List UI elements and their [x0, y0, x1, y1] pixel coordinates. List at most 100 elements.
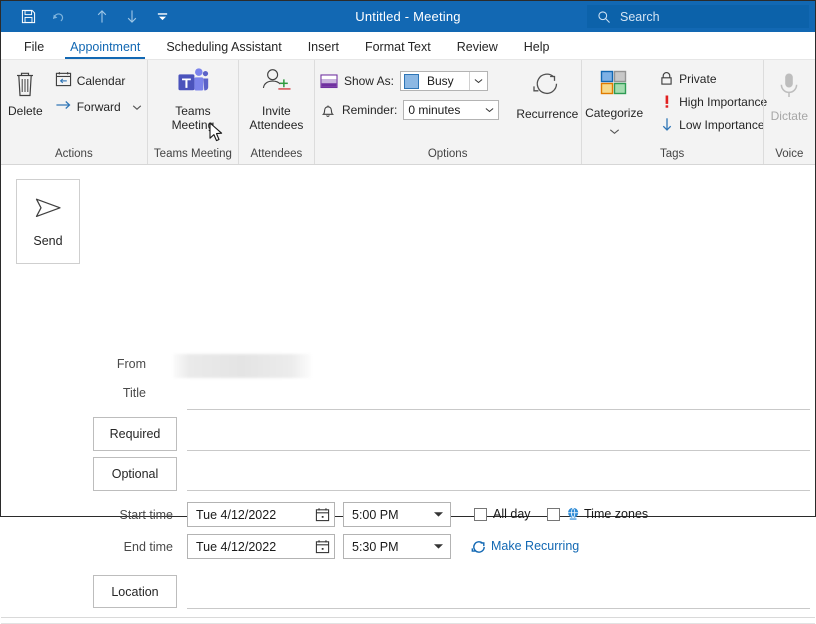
invite-attendees-button[interactable]: Invite Attendees [242, 65, 310, 132]
calendar-icon [55, 71, 72, 90]
tab-review[interactable]: Review [444, 40, 511, 59]
make-recurring-icon[interactable] [471, 539, 487, 560]
teams-meeting-button[interactable]: Teams Meeting [165, 65, 222, 132]
meeting-window: Untitled - Meeting File Appointment Sche… [0, 0, 816, 517]
lock-icon [659, 71, 674, 86]
tab-scheduling-assistant[interactable]: Scheduling Assistant [153, 40, 294, 59]
categorize-icon [598, 69, 630, 104]
forward-button[interactable]: Forward [50, 95, 147, 118]
low-importance-button[interactable]: Low Importance [654, 115, 772, 134]
trash-icon [12, 69, 38, 104]
chevron-down-icon[interactable] [426, 543, 450, 550]
reminder-label: Reminder: [342, 103, 397, 117]
tab-format-text[interactable]: Format Text [352, 40, 444, 59]
high-importance-button[interactable]: High Importance [654, 92, 772, 111]
make-recurring-link[interactable]: Make Recurring [491, 539, 579, 553]
chevron-down-icon[interactable] [481, 101, 498, 119]
previous-item-icon[interactable] [87, 4, 117, 30]
calendar-picker-icon[interactable] [310, 539, 334, 554]
next-item-icon[interactable] [117, 4, 147, 30]
down-arrow-icon [659, 117, 674, 132]
from-value-redacted[interactable] [173, 354, 311, 378]
recurrence-icon [532, 70, 562, 103]
ribbon-tabs: File Appointment Scheduling Assistant In… [1, 32, 815, 59]
teams-meeting-label-line2: Meeting [172, 118, 215, 132]
calendar-label: Calendar [77, 74, 126, 88]
undo-icon[interactable] [43, 4, 73, 30]
required-button[interactable]: Required [93, 417, 177, 451]
calendar-picker-icon[interactable] [310, 507, 334, 522]
teams-meeting-label-line1: Teams [175, 104, 210, 118]
chevron-down-icon[interactable] [132, 100, 142, 114]
search-icon [597, 10, 611, 24]
group-label-attendees: Attendees [239, 145, 314, 164]
time-zones-checkbox[interactable] [547, 508, 560, 521]
ribbon-group-tags: Categorize Private [581, 60, 763, 164]
ribbon-group-attendees: Invite Attendees Attendees [238, 60, 314, 164]
delete-label: Delete [8, 104, 43, 118]
categorize-label: Categorize [585, 106, 643, 120]
dictate-label: Dictate [771, 109, 808, 123]
start-date-input[interactable]: Tue 4/12/2022 [187, 502, 335, 527]
dictate-button: Dictate [764, 65, 815, 123]
start-time-input[interactable]: 5:00 PM [343, 502, 451, 527]
teams-icon [176, 67, 210, 102]
location-input[interactable] [187, 608, 810, 609]
optional-input[interactable] [187, 490, 810, 491]
show-as-dropdown[interactable]: Busy [400, 71, 488, 91]
chevron-down-icon[interactable] [609, 122, 620, 140]
search-box[interactable] [587, 5, 809, 28]
all-day-label: All day [493, 507, 531, 521]
optional-button[interactable]: Optional [93, 457, 177, 491]
reminder-bell-icon [320, 103, 336, 118]
tab-appointment[interactable]: Appointment [57, 40, 153, 59]
tab-file[interactable]: File [11, 40, 57, 59]
customize-quick-access-toolbar-icon[interactable] [147, 4, 177, 30]
invite-attendees-label-line1: Invite [262, 104, 291, 118]
tab-insert[interactable]: Insert [295, 40, 352, 59]
microphone-icon [776, 71, 802, 106]
end-time-input[interactable]: 5:30 PM [343, 534, 451, 559]
send-button[interactable]: Send [16, 179, 80, 264]
ribbon: Delete Calendar Forward [1, 59, 815, 165]
end-date-value: Tue 4/12/2022 [188, 540, 310, 554]
low-importance-label: Low Importance [679, 118, 764, 132]
save-icon[interactable] [13, 4, 43, 30]
show-as-value: Busy [423, 74, 469, 88]
categorize-button[interactable]: Categorize [578, 65, 650, 140]
title-input[interactable] [187, 409, 810, 410]
forward-arrow-icon [55, 97, 72, 116]
tab-help[interactable]: Help [511, 40, 563, 59]
from-label: From [91, 357, 146, 371]
group-label-teams-meeting: Teams Meeting [148, 145, 238, 164]
reminder-dropdown[interactable]: 0 minutes [403, 100, 499, 120]
start-date-value: Tue 4/12/2022 [188, 508, 310, 522]
search-input[interactable] [620, 10, 790, 24]
busy-color-swatch [404, 74, 419, 89]
end-date-input[interactable]: Tue 4/12/2022 [187, 534, 335, 559]
private-label: Private [679, 72, 716, 86]
group-label-options: Options [315, 145, 581, 164]
send-arrow-icon [32, 196, 64, 225]
title-bar: Untitled - Meeting [1, 1, 815, 32]
delete-button[interactable]: Delete [1, 65, 50, 118]
globe-icon [566, 506, 581, 526]
body-separator-top [1, 617, 815, 618]
meeting-form: Send From Title Required Optional Start … [1, 165, 815, 516]
private-button[interactable]: Private [654, 69, 772, 88]
calendar-button[interactable]: Calendar [50, 69, 147, 92]
invite-attendees-label-line2: Attendees [249, 118, 303, 132]
group-label-tags: Tags [582, 145, 763, 164]
group-label-actions: Actions [1, 145, 147, 164]
send-label: Send [33, 234, 62, 248]
all-day-checkbox[interactable] [474, 508, 487, 521]
required-input[interactable] [187, 450, 810, 451]
ribbon-group-actions: Delete Calendar Forward [1, 60, 147, 164]
forward-label: Forward [77, 100, 121, 114]
group-label-voice: Voice [764, 145, 815, 164]
high-importance-label: High Importance [679, 95, 767, 109]
chevron-down-icon[interactable] [469, 72, 487, 90]
quick-access-toolbar [1, 4, 177, 30]
ribbon-group-teams-meeting: Teams Meeting Teams Meeting [147, 60, 238, 164]
location-button[interactable]: Location [93, 575, 177, 608]
